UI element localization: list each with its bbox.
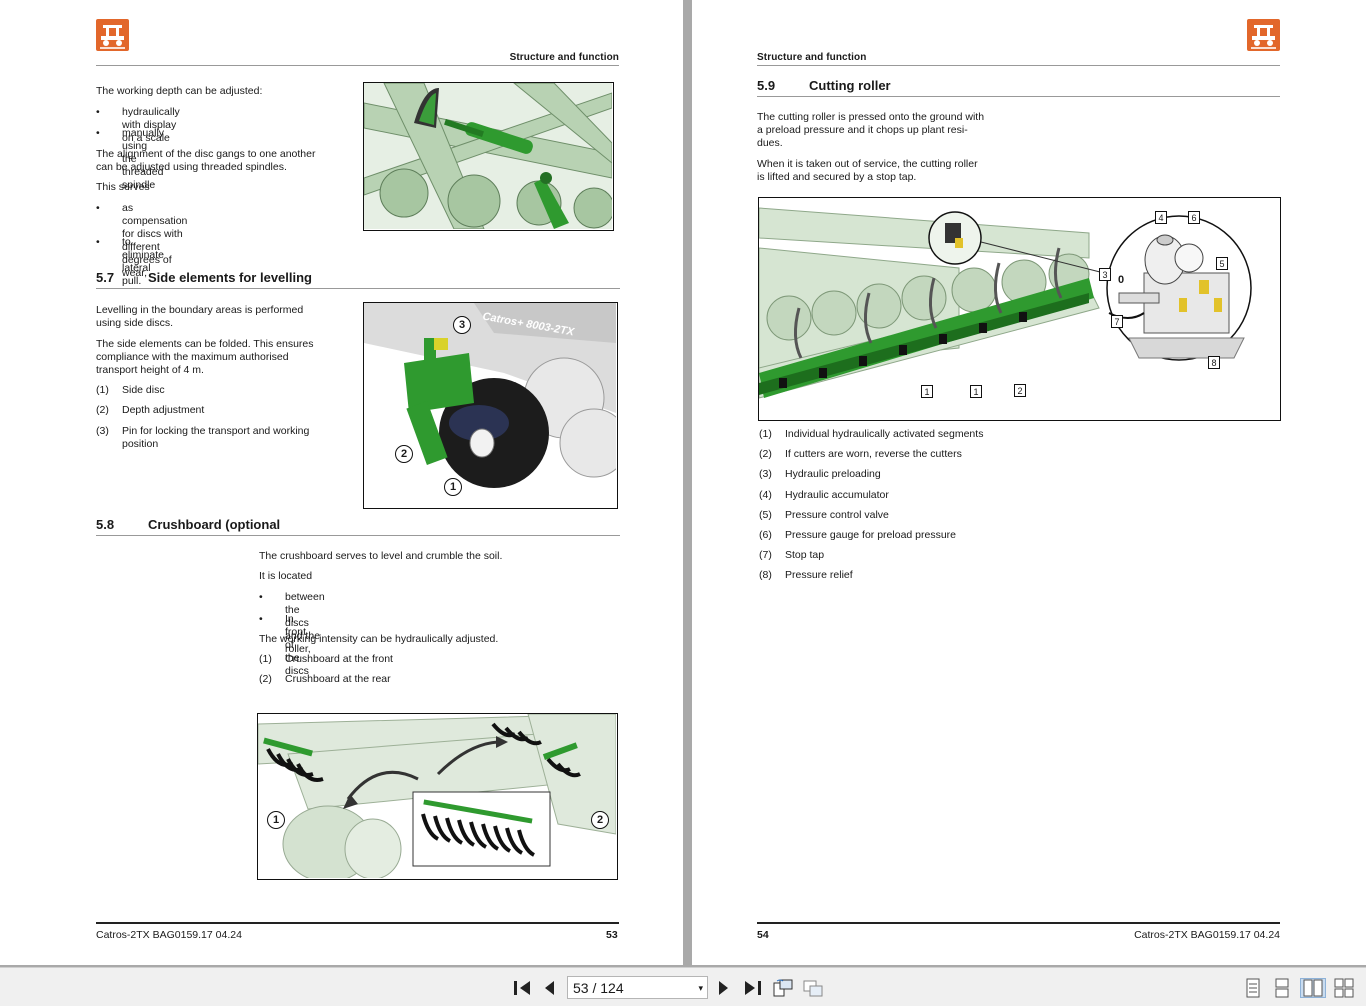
first-page-icon[interactable] <box>511 978 533 998</box>
two-page-scroll-icon[interactable] <box>1333 978 1355 998</box>
cutting-roller-figure: 1 1 2 3 4 5 6 7 8 0 <box>758 197 1281 421</box>
paragraph: Levelling in the boundary areas is perfo… <box>96 304 304 329</box>
callout-8: 8 <box>1208 356 1220 369</box>
last-page-icon[interactable] <box>742 978 764 998</box>
footer-doc-id: Catros-2TX BAG0159.17 04.24 <box>1134 929 1280 941</box>
page-separator: / <box>592 979 597 996</box>
amazone-logo <box>1247 19 1280 51</box>
footer-doc-id: Catros-2TX BAG0159.17 04.24 <box>96 929 242 941</box>
callout-1: 1 <box>921 385 933 398</box>
header-rule <box>96 65 619 66</box>
scroll-icon[interactable] <box>1272 978 1292 998</box>
running-head: Structure and function <box>509 52 619 63</box>
document-viewer[interactable]: Structure and function The working depth… <box>0 0 1366 967</box>
paragraph: It is located <box>259 570 313 582</box>
paragraph: The cutting roller is pressed onto the g… <box>757 111 985 149</box>
section-rule <box>96 288 620 289</box>
depth-adjustment-figure <box>363 82 614 231</box>
amazone-logo <box>96 19 129 51</box>
paragraph: This serves <box>96 181 150 193</box>
page-53: Structure and function The working depth… <box>0 0 683 965</box>
paragraph: The side elements can be folded. This en… <box>96 338 314 376</box>
callout-7: 7 <box>1111 315 1123 328</box>
footer-rule <box>757 922 1280 924</box>
fit-page-icon[interactable] <box>802 978 824 998</box>
paragraph: The working intensity can be hydraulical… <box>259 633 499 645</box>
paragraph: When it is taken out of service, the cut… <box>757 158 978 183</box>
page-number-input[interactable]: 53 / 124 ▾ <box>567 976 708 999</box>
paragraph: The alignment of the disc gangs to one a… <box>96 148 316 173</box>
callout-5: 5 <box>1216 257 1228 270</box>
section-rule <box>96 535 620 536</box>
callout-1: 1 <box>444 478 462 496</box>
callout-2: 2 <box>1014 384 1026 397</box>
side-element-figure: Catros+ 8003-2TX 3 2 1 <box>363 302 618 509</box>
valve-label: 0 <box>1118 274 1125 286</box>
footer-rule <box>96 922 619 924</box>
callout-6: 6 <box>1188 211 1200 224</box>
callout-1: 1 <box>267 811 285 829</box>
single-page-icon[interactable] <box>1243 978 1263 998</box>
callout-4: 4 <box>1155 211 1167 224</box>
rotate-icon[interactable] <box>772 978 794 998</box>
page-number: 54 <box>757 929 769 941</box>
callout-2: 2 <box>395 445 413 463</box>
two-page-icon[interactable] <box>1300 978 1326 998</box>
callout-3: 3 <box>1099 268 1111 281</box>
prev-page-icon[interactable] <box>541 978 557 998</box>
current-page: 53 <box>573 979 589 996</box>
running-head: Structure and function <box>757 52 867 63</box>
callout-3: 3 <box>453 316 471 334</box>
section-rule <box>757 96 1280 97</box>
total-pages: 124 <box>600 979 624 996</box>
page-54: Structure and function 5.9 Cutting roller… <box>692 0 1366 965</box>
crushboard-figure: 1 2 <box>257 713 618 880</box>
next-page-icon[interactable] <box>716 978 732 998</box>
header-rule <box>757 65 1280 66</box>
paragraph: The crushboard serves to level and crumb… <box>259 550 503 562</box>
intro-text: The working depth can be adjusted: <box>96 85 263 97</box>
viewer-toolbar: 53 / 124 ▾ <box>0 967 1366 1006</box>
callout-2: 2 <box>591 811 609 829</box>
chevron-down-icon[interactable]: ▾ <box>698 983 703 994</box>
page-number: 53 <box>606 929 618 941</box>
callout-1: 1 <box>970 385 982 398</box>
